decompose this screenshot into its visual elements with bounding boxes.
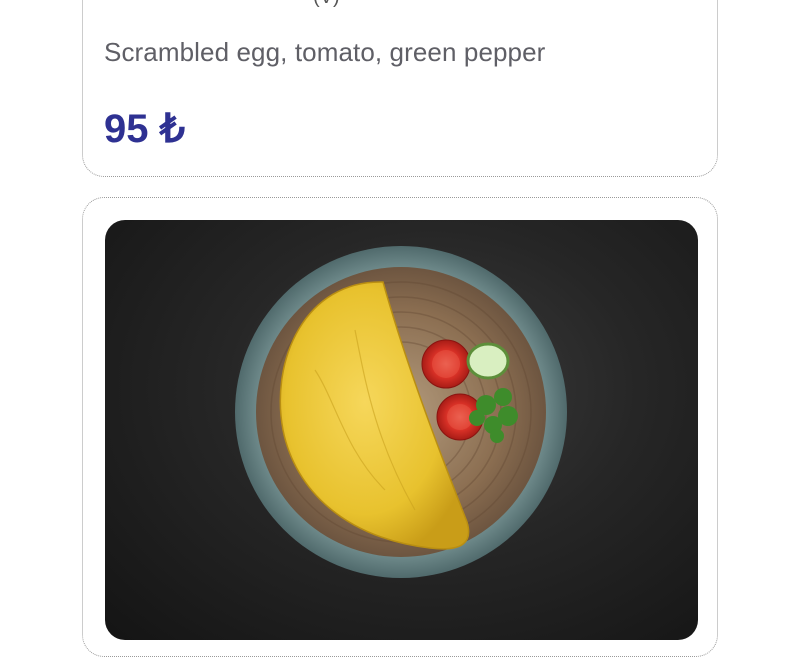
menu-item-photo[interactable]: [105, 220, 698, 640]
menu-item-card[interactable]: [82, 197, 718, 657]
menu-item-card[interactable]: (V) Scrambled egg, tomato, green pepper …: [82, 0, 718, 177]
menu-item-description: Scrambled egg, tomato, green pepper: [104, 37, 546, 67]
menu-item-price: 95 ₺: [104, 107, 186, 151]
menu-item-title: (V): [313, 0, 340, 9]
omelette-plate-image: [235, 246, 567, 578]
